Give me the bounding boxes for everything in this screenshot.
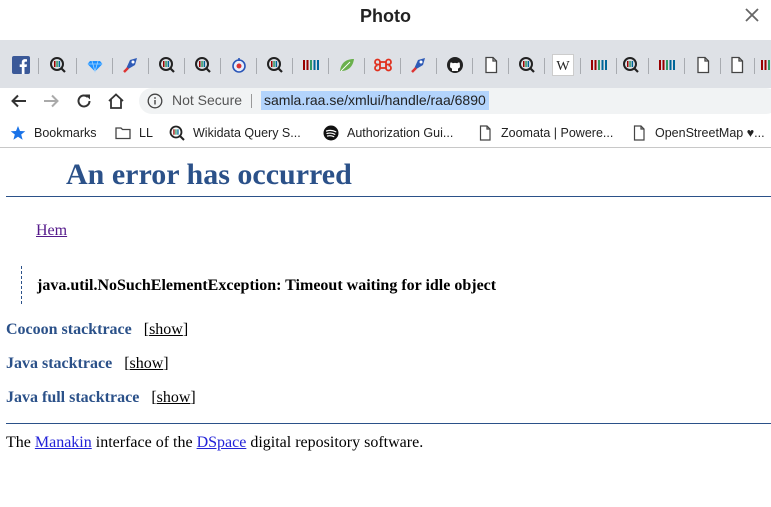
trace-label: Java full stacktrace	[6, 389, 140, 406]
window-titlebar: Photo	[0, 0, 771, 40]
footer-text: interface of the	[91, 434, 197, 451]
rocket-icon[interactable]	[120, 54, 142, 76]
page-icon[interactable]	[692, 54, 714, 76]
page-icon	[633, 125, 645, 141]
show-java-full-stacktrace-link[interactable]: show	[157, 389, 191, 406]
divider	[251, 94, 252, 108]
bracket: ]	[163, 355, 169, 372]
bookmarks-menu[interactable]: Bookmarks	[10, 124, 97, 142]
bookmark-label: Wikidata Query S...	[193, 126, 301, 140]
star-icon	[10, 126, 26, 140]
wikidata-query-icon[interactable]	[516, 54, 538, 76]
bookmark-label: OpenStreetMap ♥...	[655, 126, 765, 140]
svg-text:W: W	[556, 59, 570, 74]
browser-toolbar: Not Secure samla.raa.se/xmlui/handle/raa…	[0, 88, 771, 114]
wikidata-barcode-icon[interactable]	[656, 54, 678, 76]
page-icon[interactable]	[480, 54, 502, 76]
forward-arrow-icon[interactable]	[40, 90, 62, 112]
address-bar[interactable]: Not Secure samla.raa.se/xmlui/handle/raa…	[139, 88, 771, 114]
bracket: ]	[182, 321, 189, 338]
cocoon-stacktrace: Cocoon stacktrace [show]	[6, 321, 188, 339]
wikidata-query-icon[interactable]	[156, 54, 178, 76]
folder-icon	[115, 127, 131, 140]
tab-strip: W	[0, 40, 771, 88]
rocket-icon[interactable]	[408, 54, 430, 76]
bookmark-label: Zoomata | Powere...	[501, 126, 614, 140]
command-icon[interactable]	[372, 54, 394, 76]
page-title: An error has occurred	[66, 158, 352, 191]
footer-text: The	[6, 434, 35, 451]
bookmark-label: Bookmarks	[34, 126, 97, 140]
leaf-icon[interactable]	[336, 54, 358, 76]
back-arrow-icon[interactable]	[8, 90, 30, 112]
error-message: java.util.NoSuchElementException: Timeou…	[37, 277, 497, 294]
wikidata-query-icon[interactable]	[264, 54, 286, 76]
manakin-link[interactable]: Manakin	[35, 434, 92, 451]
info-icon[interactable]	[147, 93, 163, 109]
facebook-icon[interactable]	[10, 54, 32, 76]
reload-icon[interactable]	[73, 90, 95, 112]
bracket: ]	[190, 389, 196, 406]
bookmark-label: LL	[139, 126, 153, 140]
page-icon	[479, 125, 491, 141]
wikidata-query-icon[interactable]	[620, 54, 642, 76]
wikidata-query-icon[interactable]	[192, 54, 214, 76]
wikidata-barcode-icon[interactable]	[758, 54, 771, 76]
footer-text: digital repository software.	[246, 434, 424, 451]
wikidata-query-icon	[169, 125, 185, 141]
diamond-icon[interactable]	[84, 54, 106, 76]
footer: The Manakin interface of the DSpace digi…	[6, 434, 423, 452]
security-label[interactable]: Not Secure	[172, 92, 242, 108]
bookmark-label: Authorization Gui...	[347, 126, 454, 140]
window-title: Photo	[360, 6, 411, 26]
wikidata-barcode-icon[interactable]	[588, 54, 610, 76]
bookmark-zoomata[interactable]: Zoomata | Powere...	[477, 124, 613, 142]
page-icon[interactable]	[726, 54, 748, 76]
java-full-stacktrace: Java full stacktrace [show]	[6, 389, 196, 407]
java-stacktrace: Java stacktrace [show]	[6, 355, 169, 373]
wikipedia-w-globe-icon[interactable]	[228, 54, 250, 76]
divider	[6, 196, 771, 197]
bookmarks-bar: Bookmarks LL Wikidata Query S... Authori…	[0, 118, 771, 148]
home-link[interactable]: Hem	[36, 222, 67, 240]
close-icon[interactable]	[741, 4, 763, 26]
show-java-stacktrace-link[interactable]: show	[130, 355, 164, 372]
page-content: An error has occurred Hem java.util.NoSu…	[0, 150, 771, 507]
wikidata-barcode-icon[interactable]	[300, 54, 322, 76]
bookmark-openstreetmap[interactable]: OpenStreetMap ♥...	[631, 124, 765, 142]
github-icon[interactable]	[444, 54, 466, 76]
bookmark-wikidata-query[interactable]: Wikidata Query S...	[169, 124, 301, 142]
bookmark-folder-ll[interactable]: LL	[115, 124, 153, 142]
divider	[6, 423, 771, 424]
bookmark-authorization[interactable]: Authorization Gui...	[323, 124, 453, 142]
url-text[interactable]: samla.raa.se/xmlui/handle/raa/6890	[261, 91, 489, 110]
wikipedia-icon[interactable]: W	[552, 54, 574, 76]
trace-label: Java stacktrace	[6, 355, 113, 372]
dspace-link[interactable]: DSpace	[197, 434, 247, 451]
spotify-icon	[323, 125, 339, 141]
home-icon[interactable]	[105, 90, 127, 112]
trace-label: Cocoon stacktrace	[6, 321, 132, 338]
wikidata-query-icon[interactable]	[47, 54, 69, 76]
show-cocoon-stacktrace-link[interactable]: show	[149, 321, 183, 338]
error-box: java.util.NoSuchElementException: Timeou…	[21, 266, 621, 304]
